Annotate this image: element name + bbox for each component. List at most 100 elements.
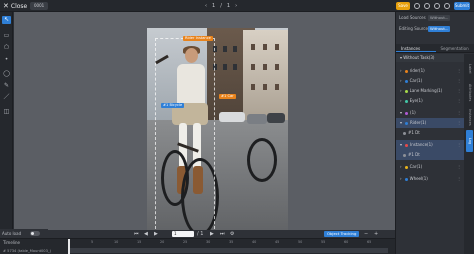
label-item[interactable]: › rider(1) ⋮ [396,66,464,76]
color-dot [405,111,409,115]
frame-input[interactable]: 1 [172,231,194,237]
label-item[interactable]: › Wheel(1) ⋮ [396,174,464,184]
prev-page-icon[interactable]: ‹ [205,1,207,11]
save-button[interactable]: Save [396,2,410,10]
tick: 20 [160,240,165,244]
label-name: rider(1) [409,68,425,73]
zoom-out-icon[interactable]: − [364,230,368,238]
settings-icon[interactable] [414,3,420,9]
tag-car[interactable]: #1 Car [219,94,236,99]
auto-load-toggle[interactable] [30,231,40,236]
timeline-file: # 5734 (table_Mount003_) [3,249,52,253]
tick: 15 [137,240,142,244]
playback-controls: ⏮ ◀ ▶ 1 / 1 ▶ ⏭ ⚙ Object Tracking − + [14,230,395,238]
label-item-selected[interactable]: ▾ Instance(1) ⋮ [396,140,464,150]
tick: 55 [321,240,326,244]
line-tool-icon[interactable]: ／ [2,94,11,102]
play-icon[interactable]: ▶ [154,230,158,238]
next-frame-icon[interactable]: ▶ [210,230,214,238]
auto-load: Auto load [0,229,48,238]
color-dot [404,165,408,169]
label-item-selected[interactable]: ▾ Rider(1) ⋮ [396,118,464,128]
timeline-label: Timeline [3,240,21,245]
chevron-down-icon: ▾ [400,110,403,115]
label-item[interactable]: › Car(1) ⋮ [396,76,464,86]
tab-instances[interactable]: Instances [396,44,436,52]
brush-tool-icon[interactable]: ✎ [2,82,11,90]
label-item[interactable]: › Eye(1) ⋮ [396,96,464,106]
ellipse-tool-icon[interactable]: ◯ [2,70,11,78]
annotation-bbox[interactable] [155,38,215,234]
fullscreen-icon[interactable] [444,3,450,9]
editing-source-select[interactable]: Without... [428,26,451,32]
close-label: Close [10,3,28,10]
vtab-log[interactable]: Log [466,130,473,152]
polygon-tool-icon[interactable]: ⬠ [2,44,11,52]
more-icon[interactable]: ⋮ [457,162,461,172]
tick: 10 [114,240,119,244]
window [223,64,227,70]
info-icon[interactable] [434,3,440,9]
tick: 30 [206,240,211,244]
select-tool-icon[interactable]: ↖ [2,16,11,24]
top-actions: Save Submit [396,1,470,11]
instance-item[interactable]: #1 Dt [396,128,464,138]
load-sources-select[interactable]: Without... [428,15,451,21]
tag-rider-instance[interactable]: Rider Instance [183,36,213,41]
object-tracking-button[interactable]: Object Tracking [324,231,360,237]
window [251,44,255,50]
tab-segmentation[interactable]: Segmentation [436,44,474,52]
image-canvas[interactable]: Rider Instance #1 Bicycle #1 Car [14,12,395,238]
prev-frame-icon[interactable]: ◀ [144,230,148,238]
more-icon[interactable]: ⋮ [457,140,461,150]
color-dot [403,131,406,135]
timeline-cursor[interactable] [68,239,70,254]
vtab-attributes[interactable]: Attributes [466,82,473,104]
next-page-icon[interactable]: › [235,1,237,11]
timeline-ruler: 0 5 10 15 20 25 30 35 40 45 50 55 60 65 [68,240,388,246]
help-icon[interactable] [424,3,430,9]
settings-icon[interactable]: ⚙ [230,230,234,238]
label-name: Rider(1) [410,120,427,125]
more-icon[interactable]: ⋮ [457,66,461,76]
window [275,44,279,50]
last-frame-icon[interactable]: ⏭ [220,230,225,238]
task-header[interactable]: ▾ Without Task(3) [396,54,464,62]
frame-chip[interactable]: 0001 [30,2,49,10]
top-bar: ✕ Close 0001 ‹ 1 / 1 › Save Submit [0,0,474,12]
cuboid-tool-icon[interactable]: ◫ [2,108,11,116]
rectangle-tool-icon[interactable]: ▭ [2,32,11,40]
color-dot [404,79,408,83]
zoom-in-icon[interactable]: + [374,230,378,238]
more-icon[interactable]: ⋮ [457,118,461,128]
label-item[interactable]: ▾ (1) ⋮ [396,108,464,118]
tick: 25 [183,240,188,244]
vtab-instances[interactable]: Instances [466,106,473,128]
chevron-right-icon: › [400,164,402,169]
annotation-app: ✕ Close 0001 ‹ 1 / 1 › Save Submit ↖ ▭ ⬠ … [0,0,474,254]
more-icon[interactable]: ⋮ [457,108,461,118]
page-navigator: ‹ 1 / 1 › [205,1,237,11]
instance-name: #1 Dt [408,130,420,135]
label-name: Car(1) [409,164,423,169]
submit-button[interactable]: Submit [454,2,470,10]
more-icon[interactable]: ⋮ [457,174,461,184]
window [233,64,237,70]
label-item[interactable]: › Lane Marking(1) ⋮ [396,86,464,96]
tick: 40 [252,240,257,244]
more-icon[interactable]: ⋮ [457,86,461,96]
timeline-track[interactable] [70,248,388,253]
tag-bicycle[interactable]: #1 Bicycle [161,103,185,108]
label-name: Eye(1) [409,98,423,103]
label-item[interactable]: › Car(1) ⋮ [396,162,464,172]
first-frame-icon[interactable]: ⏮ [134,230,139,238]
more-icon[interactable]: ⋮ [457,96,461,106]
close-button[interactable]: ✕ Close [3,1,27,12]
more-icon[interactable]: ⋮ [457,76,461,86]
point-tool-icon[interactable]: • [2,56,11,64]
editing-source-label: Editing Source [399,26,428,31]
parked-car [219,112,245,122]
vtab-label[interactable]: Label [466,58,473,80]
instance-item[interactable]: #1 Dt [396,150,464,160]
color-dot [405,143,409,147]
